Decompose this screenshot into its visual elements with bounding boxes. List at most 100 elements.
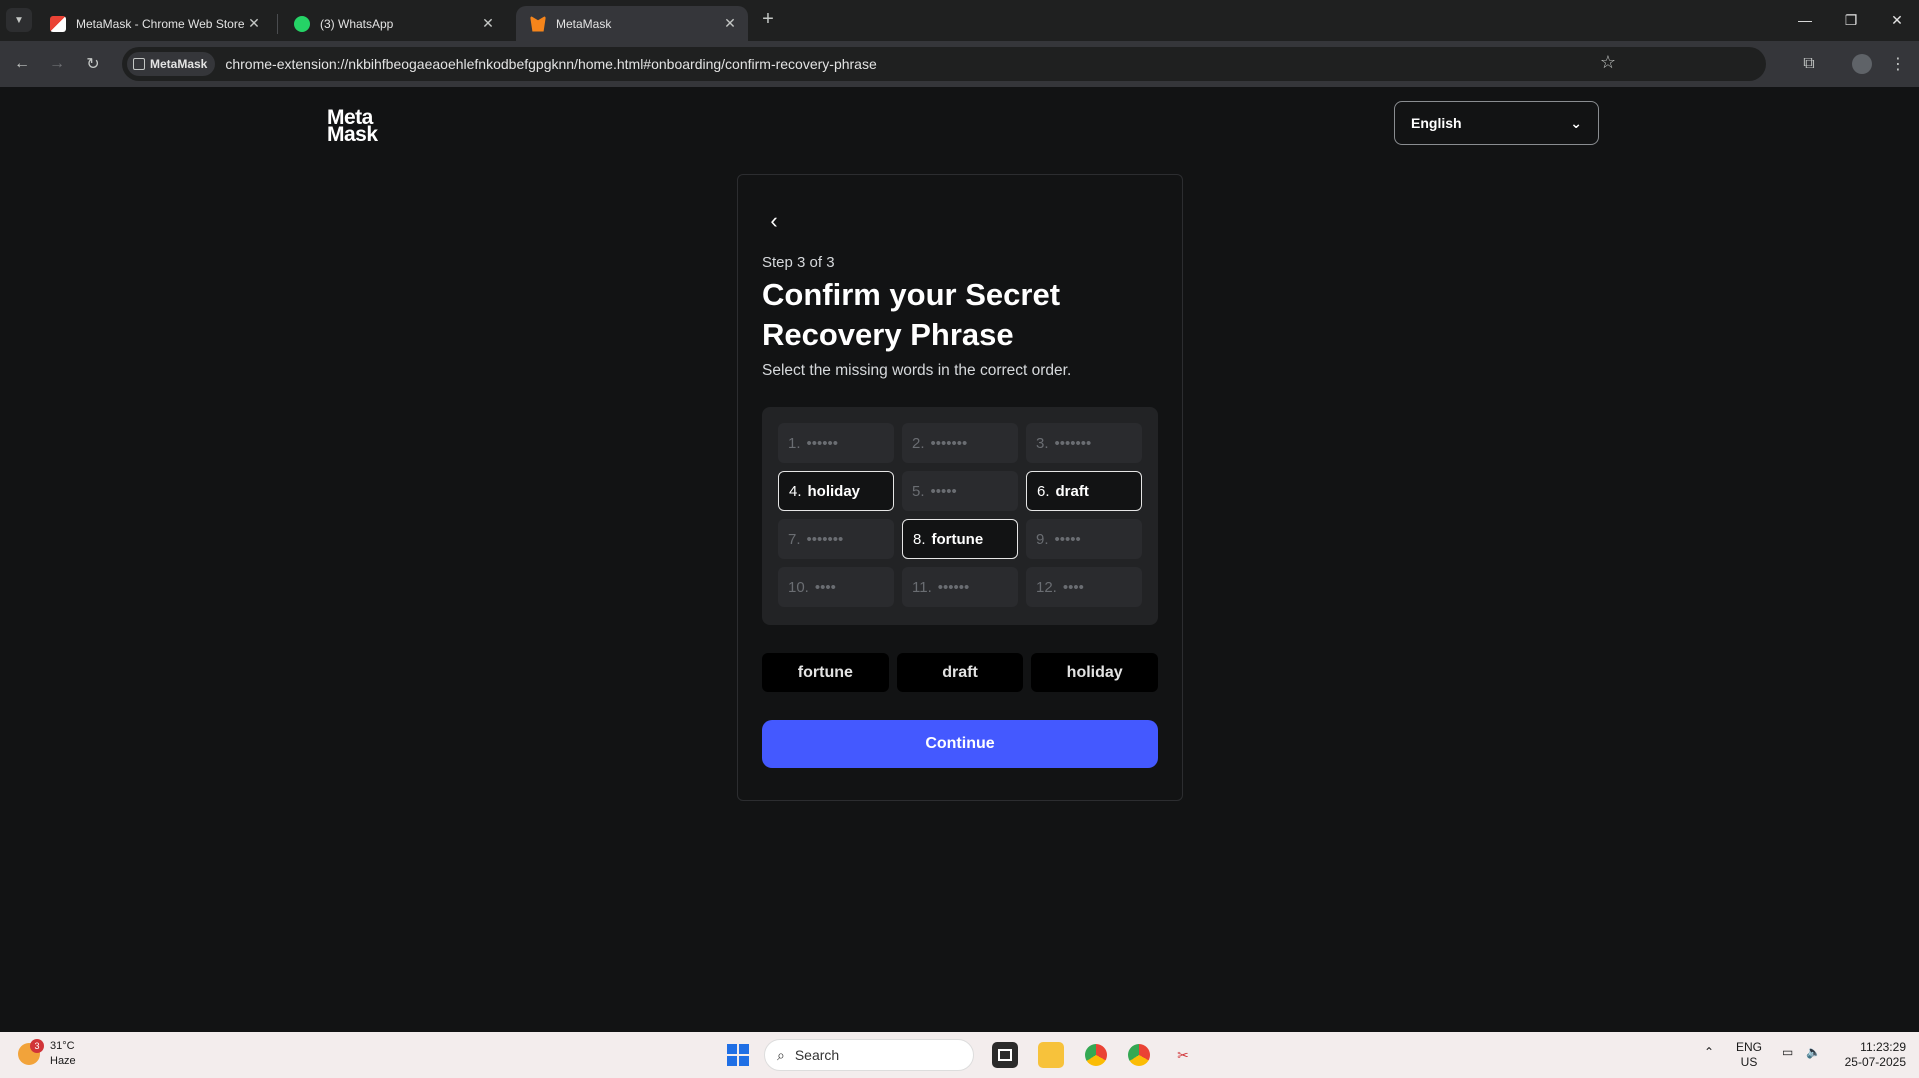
chevron-left-icon: ‹: [770, 208, 778, 233]
word-choice-button[interactable]: holiday: [1031, 653, 1159, 692]
minimize-button[interactable]: —: [1790, 8, 1820, 32]
language-value: English: [1411, 115, 1462, 131]
slot-number: 9.: [1036, 530, 1049, 548]
slot-number: 1.: [788, 434, 801, 452]
input-language-indicator[interactable]: ENG US: [1736, 1040, 1762, 1070]
clock-date: 25-07-2025: [1844, 1055, 1906, 1069]
clock-time: 11:23:29: [1860, 1040, 1906, 1054]
tab-search-button[interactable]: ▼: [6, 8, 32, 32]
phrase-slot-6[interactable]: 6. draft: [1026, 471, 1142, 511]
phrase-slot-4[interactable]: 4. holiday: [778, 471, 894, 511]
windows-taskbar: 3 31°C Haze ⌕ Search ✂ ⌃ ENG US ▭ 🔈 11:2…: [0, 1032, 1919, 1078]
windows-start-button[interactable]: [727, 1044, 749, 1066]
language-select[interactable]: English ⌄: [1394, 101, 1599, 145]
phrase-slot-7[interactable]: 7. •••••••: [778, 519, 894, 559]
tab-title: MetaMask: [556, 16, 612, 31]
phrase-slot-10[interactable]: 10. ••••: [778, 567, 894, 607]
phrase-slot-8[interactable]: 8. fortune: [902, 519, 1018, 559]
word-choice-button[interactable]: draft: [896, 653, 1024, 692]
slot-number: 11.: [912, 578, 932, 596]
restore-button[interactable]: ❐: [1836, 8, 1866, 32]
profile-button[interactable]: [1850, 52, 1874, 76]
phrase-slot-11[interactable]: 11. ••••••: [902, 567, 1018, 607]
chrome-menu-button[interactable]: ⋮: [1886, 52, 1910, 76]
phrase-slot-2[interactable]: 2. •••••••: [902, 423, 1018, 463]
new-tab-button[interactable]: +: [758, 8, 778, 30]
network-button[interactable]: ▭: [1782, 1045, 1793, 1060]
tab-chrome-web-store[interactable]: MetaMask - Chrome Web Store ✕: [36, 6, 272, 41]
snipping-tool-button[interactable]: ✂: [1170, 1042, 1196, 1068]
slot-number: 10.: [788, 578, 809, 596]
tab-strip: ▼ MetaMask - Chrome Web Store ✕ (3) What…: [0, 0, 1919, 41]
tab-metamask[interactable]: MetaMask ✕: [516, 6, 748, 41]
phrase-slot-1[interactable]: 1. ••••••: [778, 423, 894, 463]
recovery-phrase-grid: 1. •••••• 2. ••••••• 3. ••••••• 4. holiday 5…: [762, 407, 1158, 625]
tab-divider: [277, 14, 278, 34]
slot-word: •••••: [930, 482, 957, 500]
show-hidden-icons-button[interactable]: ⌃: [1704, 1045, 1714, 1060]
file-explorer-button[interactable]: [1038, 1042, 1064, 1068]
clock[interactable]: 11:23:29 25-07-2025: [1836, 1040, 1906, 1070]
weather-widget[interactable]: 3 31°C Haze: [18, 1039, 76, 1069]
kebab-menu-icon: ⋮: [1890, 56, 1906, 73]
continue-button[interactable]: Continue: [762, 720, 1158, 768]
chevron-down-icon: ⌄: [1570, 114, 1582, 131]
site-info-chip[interactable]: MetaMask: [127, 52, 216, 76]
whatsapp-icon: [294, 15, 310, 32]
volume-button[interactable]: 🔈: [1806, 1045, 1821, 1060]
slot-word: •••••••: [1054, 434, 1092, 452]
phrase-slot-9[interactable]: 9. •••••: [1026, 519, 1142, 559]
slot-word: fortune: [931, 530, 984, 548]
windows-logo-tile: [739, 1056, 749, 1066]
tab-title: (3) WhatsApp: [320, 16, 394, 31]
bookmark-star-icon[interactable]: ☆: [1600, 52, 1616, 73]
close-window-button[interactable]: ✕: [1882, 8, 1912, 32]
weather-condition-text: Haze: [50, 1055, 76, 1067]
slot-number: 7.: [788, 530, 801, 548]
slot-word: ••••: [1062, 578, 1084, 596]
tab-whatsapp[interactable]: (3) WhatsApp ✕: [280, 6, 506, 41]
chrome-button[interactable]: [1126, 1042, 1152, 1068]
windows-logo-tile: [739, 1044, 749, 1054]
forward-button[interactable]: →: [45, 52, 69, 76]
page-title: Confirm your Secret Recovery Phrase: [762, 277, 1061, 352]
slot-number: 6.: [1037, 482, 1050, 500]
windows-logo-tile: [727, 1056, 737, 1066]
metamask-onboarding-page: Meta Mask English ⌄ ‹ Step 3 of 3 Confir…: [0, 87, 1919, 1032]
slot-word: ••••••: [937, 578, 970, 596]
url-text[interactable]: chrome-extension://nkbihfbeogaeaoehlefnk…: [225, 56, 876, 72]
back-button[interactable]: ←: [10, 52, 34, 76]
extensions-button[interactable]: ⧉: [1797, 52, 1821, 76]
language-code: ENG: [1736, 1040, 1763, 1054]
tab-title: MetaMask - Chrome Web Store: [76, 16, 245, 31]
volume-muted-icon: 🔈: [1806, 1045, 1821, 1059]
network-icon: ▭: [1782, 1045, 1794, 1059]
slot-number: 8.: [913, 530, 926, 548]
task-view-button[interactable]: [992, 1042, 1018, 1068]
word-choices: fortune draft holiday: [762, 653, 1159, 692]
address-bar[interactable]: MetaMask chrome-extension://nkbihfbeogae…: [122, 47, 1766, 81]
close-icon[interactable]: ✕: [722, 15, 738, 32]
reload-icon: ↻: [86, 56, 100, 73]
slot-word: ••••: [814, 578, 836, 596]
puzzle-icon: ⧉: [1803, 55, 1815, 72]
taskbar-search-box[interactable]: ⌕ Search: [764, 1039, 974, 1071]
restore-icon: ❐: [1844, 11, 1858, 28]
search-placeholder: Search: [794, 1047, 840, 1063]
slot-word: •••••: [1054, 530, 1081, 548]
metamask-logo: Meta Mask: [327, 107, 378, 145]
phrase-slot-12[interactable]: 12. ••••: [1026, 567, 1142, 607]
step-indicator: Step 3 of 3: [762, 254, 835, 271]
phrase-slot-3[interactable]: 3. •••••••: [1026, 423, 1142, 463]
chrome-profile-button[interactable]: [1083, 1042, 1109, 1068]
slot-word: •••••••: [930, 434, 968, 452]
reload-button[interactable]: ↻: [81, 52, 105, 76]
site-chip-label: MetaMask: [150, 57, 208, 71]
metamask-fox-icon: [530, 15, 546, 32]
close-icon[interactable]: ✕: [246, 15, 262, 32]
search-icon: ⌕: [777, 1046, 785, 1063]
word-choice-button[interactable]: fortune: [762, 653, 889, 692]
back-arrow-button[interactable]: ‹: [762, 208, 786, 233]
close-icon[interactable]: ✕: [480, 15, 496, 32]
phrase-slot-5[interactable]: 5. •••••: [902, 471, 1018, 511]
